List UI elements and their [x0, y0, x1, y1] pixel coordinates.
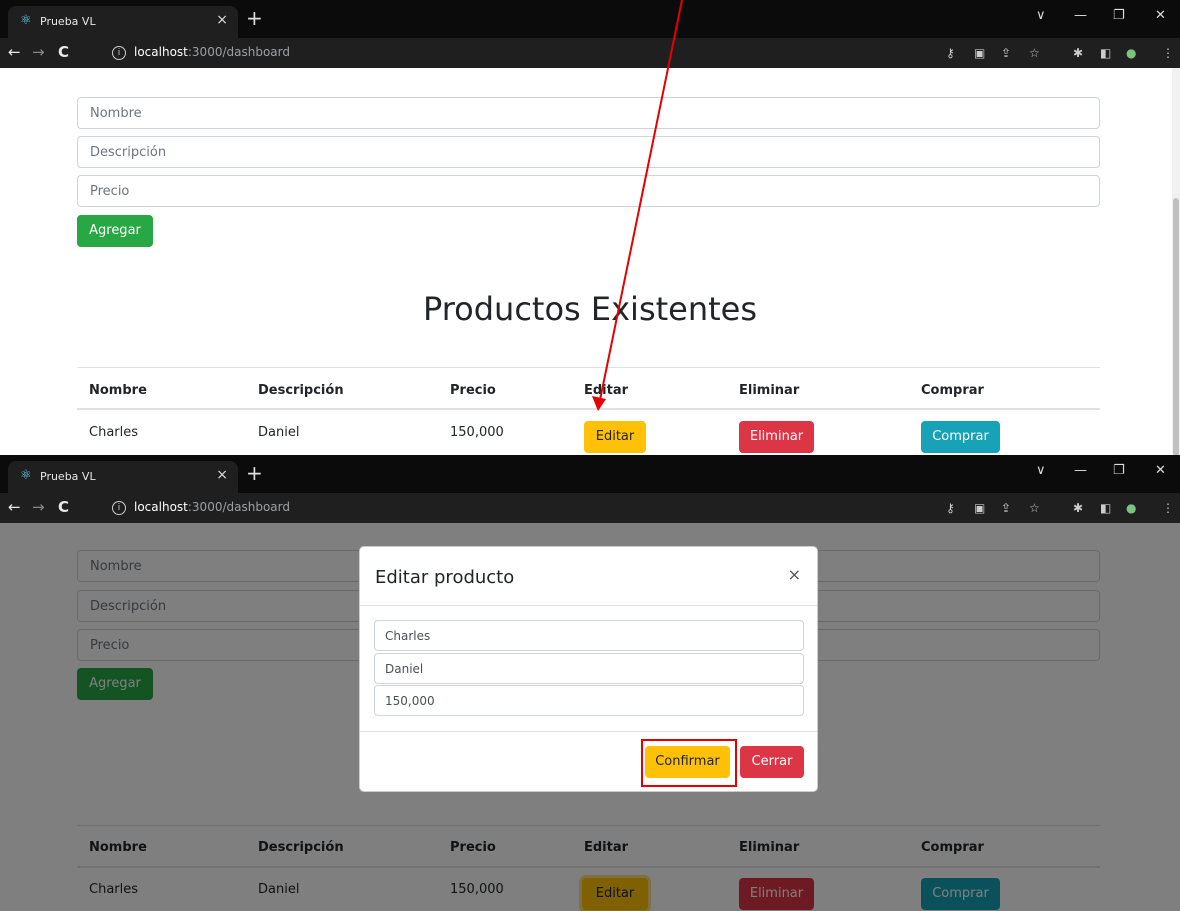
header-nombre: Nombre [89, 383, 147, 398]
react-icon: ⚛ [20, 13, 32, 28]
modal-descripcion-input[interactable] [374, 653, 804, 684]
confirm-highlight-box [641, 739, 737, 787]
share-icon[interactable]: ⇪ [1001, 45, 1011, 61]
reload-icon[interactable]: C [58, 44, 69, 60]
tab-title: Prueba VL [40, 470, 96, 483]
url-text: localhost:3000/dashboard [134, 45, 290, 59]
back-icon[interactable]: ← [8, 499, 21, 515]
profile-avatar[interactable]: ● [1126, 45, 1136, 61]
delete-button[interactable]: Eliminar [739, 421, 814, 453]
restore-icon[interactable]: ❐ [1113, 8, 1125, 23]
info-icon[interactable]: i [112, 501, 126, 515]
cell-descripcion: Daniel [258, 425, 300, 440]
close-button[interactable]: Cerrar [740, 746, 804, 778]
bookmark-star-icon[interactable]: ☆ [1029, 500, 1040, 516]
key-icon[interactable]: ⚷ [946, 45, 955, 61]
extensions-icon[interactable]: ✱ [1073, 500, 1083, 516]
new-tab-button[interactable]: + [246, 463, 263, 483]
tab-close-icon[interactable]: × [216, 467, 228, 483]
tab-title: Prueba VL [40, 15, 96, 28]
edit-button[interactable]: Editar [584, 421, 646, 453]
table-top-border [77, 367, 1100, 368]
modal-close-icon[interactable]: × [788, 565, 801, 584]
minimize-icon[interactable]: — [1074, 8, 1087, 23]
header-precio: Precio [450, 383, 496, 398]
modal-header-divider [360, 605, 817, 606]
tab-bar: ⚛ Prueba VL × + ∨ — ❐ ✕ [0, 455, 1180, 493]
cell-precio: 150,000 [450, 425, 504, 440]
bookmark-star-icon[interactable]: ☆ [1029, 45, 1040, 61]
page-scrollbar[interactable] [1172, 68, 1180, 455]
window-close-icon[interactable]: ✕ [1155, 8, 1166, 23]
reload-icon[interactable]: C [58, 499, 69, 515]
buy-button[interactable]: Comprar [921, 421, 1000, 453]
screenshot-after: ⚛ Prueba VL × + ∨ — ❐ ✕ ← → C i localhos… [0, 455, 1180, 911]
modal-footer-divider [360, 731, 817, 732]
extensions-icon[interactable]: ✱ [1073, 45, 1083, 61]
edit-product-modal: Editar producto × Confirmar Cerrar [359, 546, 818, 792]
back-icon[interactable]: ← [8, 44, 21, 60]
tab-search-icon[interactable]: ∨ [1036, 8, 1046, 23]
modal-title: Editar producto [375, 567, 515, 588]
add-button[interactable]: Agregar [77, 215, 153, 247]
modal-precio-input[interactable] [374, 685, 804, 716]
tab-bar: ⚛ Prueba VL × + ∨ — ❐ ✕ [0, 0, 1180, 38]
tab-close-icon[interactable]: × [216, 12, 228, 28]
menu-kebab-icon[interactable]: ⋮ [1162, 45, 1174, 61]
forward-icon[interactable]: → [32, 499, 45, 515]
browser-tab[interactable]: ⚛ Prueba VL × [8, 461, 238, 493]
browser-toolbar: ← → C i localhost:3000/dashboard ⚷ ▣ ⇪ ☆… [0, 493, 1180, 523]
menu-kebab-icon[interactable]: ⋮ [1162, 500, 1174, 516]
header-descripcion: Descripción [258, 383, 344, 398]
screenshot-before: ⚛ Prueba VL × + ∨ — ❐ ✕ ← → C i localhos… [0, 0, 1180, 455]
side-panel-icon[interactable]: ◧ [1100, 500, 1111, 516]
header-editar: Editar [584, 383, 629, 398]
new-tab-button[interactable]: + [246, 8, 263, 28]
table-header-border [77, 408, 1100, 410]
cell-nombre: Charles [89, 425, 139, 440]
descripcion-input[interactable] [77, 136, 1100, 168]
precio-input[interactable] [77, 175, 1100, 207]
side-panel-icon[interactable]: ◧ [1100, 45, 1111, 61]
browser-tab[interactable]: ⚛ Prueba VL × [8, 6, 238, 38]
header-comprar: Comprar [921, 383, 984, 398]
nombre-input[interactable] [77, 97, 1100, 129]
minimize-icon[interactable]: — [1074, 463, 1087, 478]
browser-toolbar: ← → C i localhost:3000/dashboard ⚷ ▣ ⇪ ☆… [0, 38, 1180, 68]
modal-nombre-input[interactable] [374, 620, 804, 651]
share-icon[interactable]: ⇪ [1001, 500, 1011, 516]
key-icon[interactable]: ⚷ [946, 500, 955, 516]
url-text: localhost:3000/dashboard [134, 500, 290, 514]
profile-avatar[interactable]: ● [1126, 500, 1136, 516]
restore-icon[interactable]: ❐ [1113, 463, 1125, 478]
translate-icon[interactable]: ▣ [974, 500, 985, 516]
window-close-icon[interactable]: ✕ [1155, 463, 1166, 478]
header-eliminar: Eliminar [739, 383, 800, 398]
forward-icon[interactable]: → [32, 44, 45, 60]
translate-icon[interactable]: ▣ [974, 45, 985, 61]
react-icon: ⚛ [20, 468, 32, 483]
tab-search-icon[interactable]: ∨ [1036, 463, 1046, 478]
page-heading: Productos Existentes [422, 290, 758, 328]
info-icon[interactable]: i [112, 46, 126, 60]
